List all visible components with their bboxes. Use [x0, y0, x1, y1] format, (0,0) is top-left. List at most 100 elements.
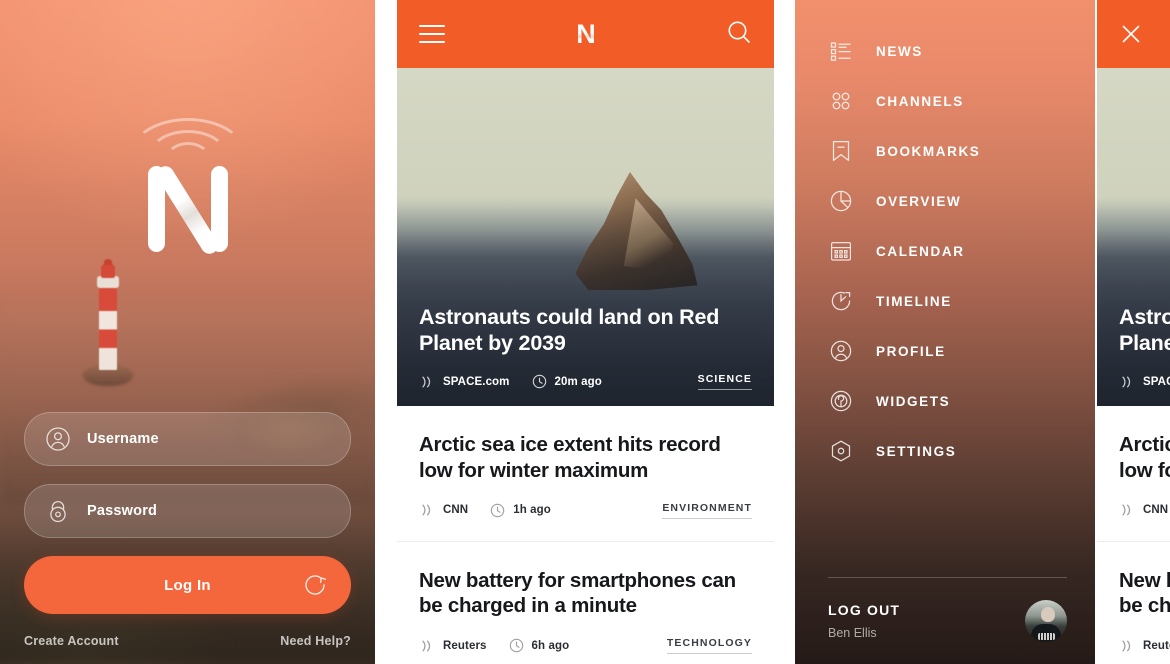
refresh-spinner-icon: [301, 571, 329, 599]
article-time: 1h ago: [490, 503, 551, 518]
article-source: Reuters: [419, 639, 487, 653]
article-source-label: Reuters: [443, 639, 487, 652]
hero-article[interactable]: Astronauts could land on Red Planet by 2…: [397, 68, 774, 406]
article-source: Reuters: [1119, 639, 1170, 653]
grid-circles-icon: [828, 88, 854, 114]
hero-source: SPACE.com: [1119, 375, 1170, 389]
hero-meta: SPACE.com 20m ago SCIENCE: [1119, 373, 1170, 390]
menu-item-settings[interactable]: SETTINGS: [795, 426, 1095, 476]
clipped-hero-content: Astronauts could land on Red Planet by 2…: [1119, 304, 1170, 390]
navigation-drawer: NEWS CHANNELS BOOKMARKS OVERVIEW CALENDA…: [795, 0, 1095, 664]
article-list-item[interactable]: Arctic sea ice extent hits record low fo…: [397, 406, 774, 542]
menu-item-label: NEWS: [876, 43, 923, 59]
broadcast-icon: [1119, 503, 1135, 517]
article-title: New battery for smartphones can be charg…: [419, 568, 736, 618]
login-screen: Username Password Log In Create Account …: [0, 0, 375, 664]
article-category-tag[interactable]: ENVIRONMENT: [662, 502, 752, 519]
menu-item-overview[interactable]: OVERVIEW: [795, 176, 1095, 226]
menu-item-label: OVERVIEW: [876, 193, 962, 209]
hamburger-icon[interactable]: [419, 25, 445, 43]
hero-content: Astronauts could land on Red Planet by 2…: [419, 304, 752, 390]
hero-source: SPACE.com: [419, 375, 510, 389]
article-source: CNN: [419, 503, 468, 517]
hero-source-label: SPACE.com: [443, 375, 510, 388]
create-account-link[interactable]: Create Account: [24, 634, 119, 648]
broadcast-icon: [419, 375, 435, 389]
password-label: Password: [87, 503, 158, 519]
broadcast-icon: [419, 503, 435, 517]
logout-block[interactable]: LOG OUT Ben Ellis: [828, 602, 900, 640]
article-meta: CNN 1h ago ENVIRONMENT: [419, 502, 752, 519]
lighthouse-illustration: [83, 246, 133, 386]
article-source-label: Reuters: [1143, 639, 1170, 652]
app-logo-n: N: [576, 18, 595, 49]
menu-item-timeline[interactable]: TIMELINE: [795, 276, 1095, 326]
search-icon[interactable]: [726, 19, 752, 50]
lock-icon: [45, 498, 71, 524]
menu-item-news[interactable]: NEWS: [795, 26, 1095, 76]
article-category-tag[interactable]: TECHNOLOGY: [666, 637, 752, 655]
article-list-item[interactable]: Arctic sea ice extent hits record low fo…: [1097, 406, 1170, 542]
menu-item-label: CALENDAR: [876, 243, 965, 259]
signal-waves-icon: [128, 118, 248, 160]
clock-icon: [532, 374, 547, 389]
article-title: New battery for smartphones can be charg…: [1119, 568, 1170, 618]
screenshot-stage: Username Password Log In Create Account …: [0, 0, 1170, 664]
menu-item-calendar[interactable]: CALENDAR: [795, 226, 1095, 276]
menu-item-channels[interactable]: CHANNELS: [795, 76, 1095, 126]
article-meta: Reuters 6h ago TECHNOLOGY: [1119, 637, 1170, 654]
clipped-hero-article[interactable]: Astronauts could land on Red Planet by 2…: [1097, 68, 1170, 406]
username-label: Username: [87, 431, 159, 447]
login-form: Username Password Log In Create Account …: [24, 412, 351, 664]
log-in-label: Log In: [164, 576, 211, 594]
article-source-label: CNN: [1143, 504, 1169, 517]
hero-time-label: 20m ago: [554, 375, 602, 388]
article-time-label: 1h ago: [513, 504, 551, 517]
timeline-clock-icon: [828, 288, 854, 314]
article-title: Arctic sea ice extent hits record low fo…: [1119, 433, 1170, 482]
app-logo: [0, 118, 375, 258]
article-time-label: 6h ago: [531, 639, 570, 652]
settings-hex-icon: [828, 438, 854, 464]
article-meta: Reuters 6h ago TECHNOLOGY: [419, 637, 752, 655]
profile-icon: [828, 338, 854, 364]
menu-item-bookmarks[interactable]: BOOKMARKS: [795, 126, 1095, 176]
list-icon: [828, 38, 854, 64]
clipped-inner: Astronauts could land on Red Planet by 2…: [1097, 0, 1170, 664]
log-in-button[interactable]: Log In: [24, 556, 351, 614]
menu-item-label: PROFILE: [876, 343, 946, 359]
user-icon: [45, 426, 71, 452]
article-meta: CNN 1h ago ENVIRONMENT: [1119, 502, 1170, 519]
article-source-label: CNN: [443, 504, 469, 517]
n-logo-mark: [145, 162, 231, 257]
need-help-link[interactable]: Need Help?: [280, 634, 351, 648]
hero-title: Astronauts could land on Red Planet by 2…: [1119, 304, 1170, 356]
menu-item-label: SETTINGS: [876, 443, 957, 459]
password-input[interactable]: Password: [24, 484, 351, 538]
menu-item-label: BOOKMARKS: [876, 143, 981, 159]
login-links: Create Account Need Help?: [24, 634, 351, 664]
news-screen-clipped: Astronauts could land on Red Planet by 2…: [1097, 0, 1170, 664]
hero-title: Astronauts could land on Red Planet by 2…: [419, 304, 720, 356]
hero-category-tag[interactable]: SCIENCE: [697, 373, 752, 390]
bookmark-icon: [828, 138, 854, 164]
broadcast-icon: [1119, 375, 1135, 389]
article-list-item[interactable]: New battery for smartphones can be charg…: [1097, 542, 1170, 664]
menu-item-label: WIDGETS: [876, 393, 951, 409]
menu-item-label: CHANNELS: [876, 93, 964, 109]
menu-item-widgets[interactable]: WIDGETS: [795, 376, 1095, 426]
close-icon[interactable]: [1119, 22, 1143, 46]
news-topbar: N: [397, 0, 774, 68]
avatar[interactable]: [1025, 600, 1067, 642]
hero-meta: SPACE.com 20m ago SCIENCE: [419, 373, 752, 390]
article-list-item[interactable]: New battery for smartphones can be charg…: [397, 542, 774, 664]
article-time: 6h ago: [509, 638, 570, 653]
news-feed-screen: N Astronauts could land on Red Planet by…: [397, 0, 774, 664]
drawer-footer: LOG OUT Ben Ellis: [828, 577, 1067, 642]
clock-icon: [509, 638, 524, 653]
menu-item-profile[interactable]: PROFILE: [795, 326, 1095, 376]
article-source: CNN: [1119, 503, 1168, 517]
menu-item-label: TIMELINE: [876, 293, 952, 309]
hero-source-label: SPACE.com: [1143, 375, 1170, 388]
username-input[interactable]: Username: [24, 412, 351, 466]
